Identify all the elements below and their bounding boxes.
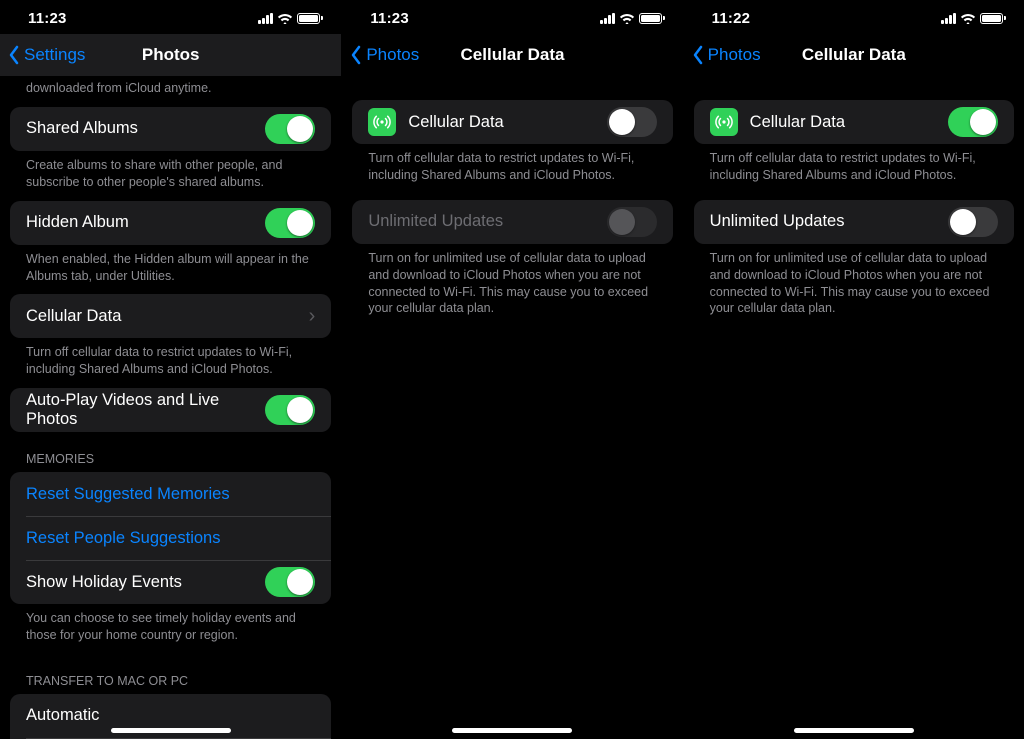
chevron-left-icon [350,45,362,65]
truncated-footer: downloaded from iCloud anytime. [10,76,331,107]
unlimited-updates-row: Unlimited Updates [352,200,672,244]
cellular-data-label: Cellular Data [408,113,606,132]
settings-list[interactable]: downloaded from iCloud anytime. Shared A… [0,76,341,739]
autoplay-label: Auto-Play Videos and Live Photos [26,391,265,429]
hidden-album-footer: When enabled, the Hidden album will appe… [10,245,331,295]
shared-albums-row[interactable]: Shared Albums [10,107,331,151]
chevron-right-icon: › [309,305,316,328]
status-icons [600,12,665,24]
memories-header: MEMORIES [10,432,331,472]
reset-memories-label: Reset Suggested Memories [26,485,315,504]
page-title: Photos [142,45,200,65]
back-label: Settings [24,45,85,65]
shared-albums-footer: Create albums to share with other people… [10,151,331,201]
unlimited-updates-label: Unlimited Updates [710,212,948,231]
battery-icon [297,13,323,24]
hidden-album-label: Hidden Album [26,213,265,232]
autoplay-row[interactable]: Auto-Play Videos and Live Photos [10,388,331,432]
home-indicator[interactable] [111,728,231,733]
cellular-data-row[interactable]: Cellular Data › [10,294,331,338]
reset-people-row[interactable]: Reset People Suggestions [10,516,331,560]
navbar: Photos Cellular Data [342,34,682,76]
page-title: Cellular Data [461,45,565,65]
hidden-album-row[interactable]: Hidden Album [10,201,331,245]
transfer-header: TRANSFER TO MAC OR PC [10,654,331,694]
unlimited-updates-row[interactable]: Unlimited Updates [694,200,1014,244]
battery-icon [980,13,1006,24]
unlimited-updates-toggle [607,207,657,237]
cellular-data-footer: Turn off cellular data to restrict updat… [10,338,331,388]
shared-albums-label: Shared Albums [26,119,265,138]
cellular-data-toggle[interactable] [607,107,657,137]
home-indicator[interactable] [794,728,914,733]
wifi-icon [960,12,976,24]
transfer-automatic-label: Automatic [26,706,315,725]
cellular-data-footer: Turn off cellular data to restrict updat… [694,144,1014,194]
signal-icon [941,13,956,24]
chevron-left-icon [8,45,20,65]
status-time: 11:22 [712,10,751,27]
status-icons [941,12,1006,24]
back-label: Photos [708,45,761,65]
cellular-data-footer: Turn off cellular data to restrict updat… [352,144,672,194]
status-bar: 11:23 [342,0,682,34]
cellular-data-label: Cellular Data [750,113,948,132]
settings-list[interactable]: Cellular Data Turn off cellular data to … [684,76,1024,739]
status-bar: 11:22 [684,0,1024,34]
cellular-data-toggle[interactable] [948,107,998,137]
back-button[interactable]: Photos [350,34,419,76]
status-bar: 11:23 [0,0,341,34]
antenna-icon [368,108,396,136]
unlimited-updates-toggle[interactable] [948,207,998,237]
screen-cellular-off: 11:23 Photos Cellular Data Cellular Data [341,0,682,739]
status-time: 11:23 [28,10,67,27]
screen-cellular-on: 11:22 Photos Cellular Data Cellular Data [683,0,1024,739]
unlimited-updates-footer: Turn on for unlimited use of cellular da… [694,244,1014,328]
status-icons [258,12,323,24]
unlimited-updates-footer: Turn on for unlimited use of cellular da… [352,244,672,328]
chevron-left-icon [692,45,704,65]
back-button[interactable]: Photos [692,34,761,76]
wifi-icon [619,12,635,24]
screen-photos-settings: 11:23 Settings Photos downloaded from iC… [0,0,341,739]
memories-footer: You can choose to see timely holiday eve… [10,604,331,654]
battery-icon [639,13,665,24]
back-button[interactable]: Settings [8,34,85,76]
signal-icon [600,13,615,24]
unlimited-updates-label: Unlimited Updates [368,212,606,231]
reset-people-label: Reset People Suggestions [26,529,315,548]
cellular-data-row[interactable]: Cellular Data [694,100,1014,144]
status-time: 11:23 [370,10,409,27]
signal-icon [258,13,273,24]
antenna-icon [710,108,738,136]
navbar: Settings Photos [0,34,341,76]
back-label: Photos [366,45,419,65]
hidden-album-toggle[interactable] [265,208,315,238]
holiday-row[interactable]: Show Holiday Events [10,560,331,604]
cellular-data-label: Cellular Data [26,307,309,326]
reset-memories-row[interactable]: Reset Suggested Memories [10,472,331,516]
wifi-icon [277,12,293,24]
cellular-data-row[interactable]: Cellular Data [352,100,672,144]
holiday-label: Show Holiday Events [26,573,265,592]
autoplay-toggle[interactable] [265,395,315,425]
settings-list[interactable]: Cellular Data Turn off cellular data to … [342,76,682,739]
page-title: Cellular Data [802,45,906,65]
home-indicator[interactable] [452,728,572,733]
holiday-toggle[interactable] [265,567,315,597]
shared-albums-toggle[interactable] [265,114,315,144]
navbar: Photos Cellular Data [684,34,1024,76]
